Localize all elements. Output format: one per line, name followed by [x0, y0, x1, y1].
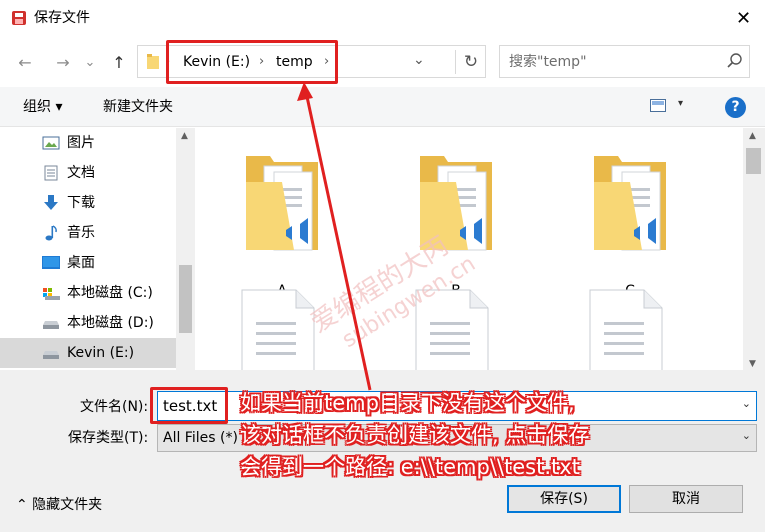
- search-input[interactable]: 搜索"temp": [499, 45, 750, 78]
- up-button[interactable]: ↑: [104, 47, 134, 77]
- window-title: 保存文件: [34, 10, 90, 26]
- cancel-button[interactable]: 取消: [629, 485, 743, 513]
- music-icon: [45, 225, 57, 241]
- folder-item[interactable]: C: [590, 152, 670, 299]
- back-arrow-icon: ←: [18, 52, 32, 72]
- sidebar-item-label: 图片: [67, 135, 95, 151]
- forward-button[interactable]: →: [48, 47, 78, 77]
- filetype-value: All Files (*): [163, 430, 238, 446]
- organize-button[interactable]: 组织 ▾: [23, 97, 62, 117]
- content-scrollbar-thumb[interactable]: [746, 148, 761, 174]
- annotation-address-highlight: [166, 40, 338, 84]
- filename-label: 文件名(N):: [80, 399, 149, 415]
- close-button[interactable]: ✕: [722, 0, 765, 36]
- search-icon[interactable]: [726, 52, 744, 70]
- sidebar-item-label: 文档: [67, 165, 95, 181]
- sidebar-item-drive-d[interactable]: 本地磁盘 (D:): [0, 308, 176, 338]
- file-icon[interactable]: [588, 288, 664, 370]
- annotation-line: 该对话框不负责创建该文件, 点击保存: [240, 423, 590, 447]
- app-icon: [12, 11, 26, 25]
- sidebar-scrollbar-thumb[interactable]: [179, 265, 192, 333]
- drive-c-icon: [43, 288, 60, 300]
- annotation-line: 如果当前temp目录下没有这个文件,: [240, 391, 575, 415]
- sidebar-item-drive-c[interactable]: 本地磁盘 (C:): [0, 278, 176, 308]
- close-icon: ✕: [735, 7, 752, 29]
- sidebar-item-label: 下载: [67, 195, 95, 211]
- annotation-line: 会得到一个路径: e:\\temp\\test.txt: [240, 455, 580, 479]
- drive-e-icon: [43, 351, 59, 359]
- forward-arrow-icon: →: [56, 52, 70, 72]
- save-button[interactable]: 保存(S): [507, 485, 621, 513]
- address-dropdown-icon[interactable]: ⌄: [413, 52, 425, 68]
- watermark: 爱编程的大丙 subingwen.cn: [306, 231, 480, 348]
- title-bar: [0, 0, 765, 36]
- pictures-icon: [42, 136, 60, 150]
- new-folder-button[interactable]: 新建文件夹: [103, 97, 173, 117]
- sidebar-item-label: 音乐: [67, 225, 95, 241]
- sidebar-item-downloads[interactable]: 下载: [0, 188, 176, 218]
- scroll-up-icon[interactable]: ▲: [749, 131, 756, 141]
- downloads-icon: [44, 195, 58, 210]
- annotation-note: 如果当前temp目录下没有这个文件, 该对话框不负责创建该文件, 点击保存 会得…: [240, 389, 760, 484]
- desktop-icon: [42, 256, 60, 269]
- help-icon[interactable]: ?: [725, 97, 746, 118]
- view-dropdown-icon[interactable]: ▾: [678, 98, 683, 109]
- folder-icon: [147, 54, 159, 69]
- view-options-icon[interactable]: [650, 99, 666, 112]
- recent-locations-button[interactable]: ⌄: [80, 47, 100, 77]
- sidebar-item-label: 本地磁盘 (D:): [67, 315, 154, 331]
- navigation-pane: 图片 文档 下载 音乐 桌面 本地磁盘 (C:) 本地磁盘 (D:) Kevin…: [0, 128, 195, 370]
- sidebar-item-label: Kevin (E:): [67, 345, 135, 361]
- scroll-down-icon[interactable]: ▼: [749, 359, 756, 369]
- up-arrow-icon: ↑: [112, 52, 126, 72]
- sidebar-item-drive-e[interactable]: Kevin (E:): [0, 338, 176, 368]
- sidebar-scrollbar[interactable]: [176, 128, 195, 370]
- folder-icon: [594, 156, 666, 251]
- sidebar-item-label: 桌面: [67, 255, 95, 271]
- sidebar-item-documents[interactable]: 文档: [0, 158, 176, 188]
- sidebar-item-label: 本地磁盘 (C:): [67, 285, 153, 301]
- annotation-filename-highlight: [150, 387, 228, 424]
- scroll-up-icon[interactable]: ▲: [181, 131, 188, 141]
- chevron-down-icon: ⌄: [84, 54, 96, 70]
- documents-icon: [44, 165, 58, 181]
- sidebar-item-desktop[interactable]: 桌面: [0, 248, 176, 278]
- filetype-label: 保存类型(T):: [68, 430, 149, 446]
- drive-d-icon: [43, 321, 59, 329]
- hide-folders-toggle[interactable]: ⌃ 隐藏文件夹: [16, 496, 102, 514]
- back-button[interactable]: ←: [10, 47, 40, 77]
- sidebar-item-music[interactable]: 音乐: [0, 218, 176, 248]
- search-placeholder: 搜索"temp": [509, 54, 587, 70]
- refresh-icon[interactable]: ↻: [455, 50, 486, 74]
- sidebar-item-pictures[interactable]: 图片: [0, 128, 176, 158]
